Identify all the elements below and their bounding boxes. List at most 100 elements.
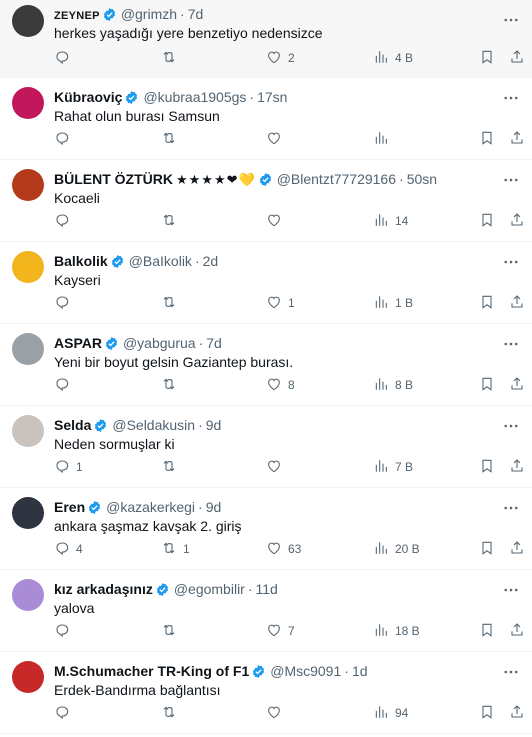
- avatar[interactable]: [12, 497, 44, 529]
- like-button[interactable]: 8: [266, 376, 295, 394]
- timestamp[interactable]: 9d: [206, 417, 222, 433]
- avatar[interactable]: [12, 661, 44, 693]
- reply-button[interactable]: 4: [54, 540, 83, 558]
- user-handle[interactable]: @Blentzt77729166: [277, 171, 396, 187]
- bookmark-button[interactable]: [479, 49, 495, 67]
- retweet-button[interactable]: [161, 622, 183, 640]
- display-name[interactable]: Selda: [54, 417, 91, 433]
- avatar[interactable]: [12, 251, 44, 283]
- views-button[interactable]: 8 B: [373, 376, 413, 394]
- views-button[interactable]: 7 B: [373, 458, 413, 476]
- timestamp[interactable]: 7d: [188, 6, 204, 22]
- retweet-button[interactable]: [161, 376, 183, 394]
- user-handle[interactable]: @egombilir: [174, 581, 245, 597]
- tweet-reply[interactable]: Selda @Seldakusin · 9d Neden sormuşlar ki 1 7 …: [0, 406, 532, 488]
- share-button[interactable]: [509, 49, 525, 67]
- retweet-button[interactable]: [161, 49, 183, 67]
- reply-button[interactable]: [54, 212, 76, 230]
- like-button[interactable]: 1: [266, 294, 295, 312]
- timestamp[interactable]: 9d: [206, 499, 222, 515]
- tweet-reply[interactable]: Eren @kazakerkegi · 9d ankara şaşmaz kavşak …: [0, 488, 532, 570]
- reply-button[interactable]: 1: [54, 458, 83, 476]
- timestamp[interactable]: 2d: [203, 253, 219, 269]
- tweet-reply[interactable]: BÜLENT ÖZTÜRK ★★★★❤💛 @Blentzt77729166 · 50sn…: [0, 160, 532, 242]
- display-name[interactable]: ASPAR: [54, 335, 102, 351]
- more-icon[interactable]: [502, 582, 520, 598]
- avatar[interactable]: [12, 87, 44, 119]
- user-handle[interactable]: @Msc9091: [270, 663, 341, 679]
- more-icon[interactable]: [502, 254, 520, 270]
- more-icon[interactable]: [502, 336, 520, 352]
- share-button[interactable]: [509, 704, 525, 722]
- share-button[interactable]: [509, 212, 525, 230]
- avatar[interactable]: [12, 169, 44, 201]
- avatar[interactable]: [12, 579, 44, 611]
- avatar[interactable]: [12, 333, 44, 365]
- retweet-button[interactable]: [161, 212, 183, 230]
- like-button[interactable]: 7: [266, 622, 295, 640]
- more-icon[interactable]: [502, 500, 520, 516]
- tweet-reply[interactable]: ASPAR @yabgurua · 7d Yeni bir boyut gelsin G…: [0, 324, 532, 406]
- user-handle[interactable]: @kazakerkegi: [106, 499, 195, 515]
- user-handle[interactable]: @kubraa1905gs: [143, 89, 246, 105]
- retweet-button[interactable]: [161, 704, 183, 722]
- retweet-button[interactable]: 1: [161, 540, 190, 558]
- tweet-reply[interactable]: Kübraoviç @kubraa1905gs · 17sn Rahat olun bu…: [0, 78, 532, 160]
- more-icon[interactable]: [502, 664, 520, 680]
- display-name[interactable]: Kübraoviç: [54, 89, 122, 105]
- reply-button[interactable]: [54, 294, 76, 312]
- timestamp[interactable]: 17sn: [257, 89, 287, 105]
- share-button[interactable]: [509, 622, 525, 640]
- user-handle[interactable]: @yabgurua: [123, 335, 196, 351]
- views-button[interactable]: 14: [373, 212, 408, 230]
- tweet-reply[interactable]: kız arkadaşınız @egombilir · 11d yalova 7 18 B: [0, 570, 532, 652]
- like-button[interactable]: [266, 212, 288, 230]
- bookmark-button[interactable]: [479, 212, 495, 230]
- display-name[interactable]: M.Schumacher TR-King of F1: [54, 663, 249, 679]
- user-handle[interactable]: @grimzh: [121, 6, 177, 22]
- share-button[interactable]: [509, 376, 525, 394]
- bookmark-button[interactable]: [479, 294, 495, 312]
- more-icon[interactable]: [502, 90, 520, 106]
- like-button[interactable]: [266, 130, 288, 148]
- views-button[interactable]: [373, 130, 395, 148]
- bookmark-button[interactable]: [479, 540, 495, 558]
- display-name[interactable]: Eren: [54, 499, 85, 515]
- reply-button[interactable]: [54, 49, 76, 67]
- share-button[interactable]: [509, 540, 525, 558]
- display-name[interactable]: BÜLENT ÖZTÜRK: [54, 171, 173, 187]
- bookmark-button[interactable]: [479, 458, 495, 476]
- like-button[interactable]: [266, 704, 288, 722]
- tweet-reply[interactable]: ZEYNEP @grimzh · 7d herkes yaşadığı yere ben…: [0, 0, 532, 78]
- views-button[interactable]: 94: [373, 704, 408, 722]
- display-name[interactable]: kız arkadaşınız: [54, 581, 153, 597]
- timestamp[interactable]: 7d: [206, 335, 222, 351]
- more-icon[interactable]: [502, 418, 520, 434]
- retweet-button[interactable]: [161, 458, 183, 476]
- user-handle[interactable]: @BaIkolik: [129, 253, 192, 269]
- user-handle[interactable]: @Seldakusin: [112, 417, 195, 433]
- views-button[interactable]: 1 B: [373, 294, 413, 312]
- display-name[interactable]: ZEYNEP: [54, 10, 100, 22]
- like-button[interactable]: [266, 458, 288, 476]
- tweet-reply[interactable]: Balkolik @BaIkolik · 2d Kayseri 1 1 B: [0, 242, 532, 324]
- bookmark-button[interactable]: [479, 622, 495, 640]
- reply-button[interactable]: [54, 622, 76, 640]
- retweet-button[interactable]: [161, 130, 183, 148]
- reply-button[interactable]: [54, 704, 76, 722]
- display-name[interactable]: Balkolik: [54, 253, 108, 269]
- bookmark-button[interactable]: [479, 704, 495, 722]
- avatar[interactable]: [12, 5, 44, 37]
- like-button[interactable]: 63: [266, 540, 301, 558]
- views-button[interactable]: 18 B: [373, 622, 420, 640]
- like-button[interactable]: 2: [266, 49, 295, 67]
- share-button[interactable]: [509, 458, 525, 476]
- avatar[interactable]: [12, 415, 44, 447]
- reply-button[interactable]: [54, 130, 76, 148]
- share-button[interactable]: [509, 294, 525, 312]
- retweet-button[interactable]: [161, 294, 183, 312]
- timestamp[interactable]: 50sn: [407, 171, 437, 187]
- timestamp[interactable]: 11d: [256, 581, 278, 597]
- timestamp[interactable]: 1d: [352, 663, 368, 679]
- bookmark-button[interactable]: [479, 130, 495, 148]
